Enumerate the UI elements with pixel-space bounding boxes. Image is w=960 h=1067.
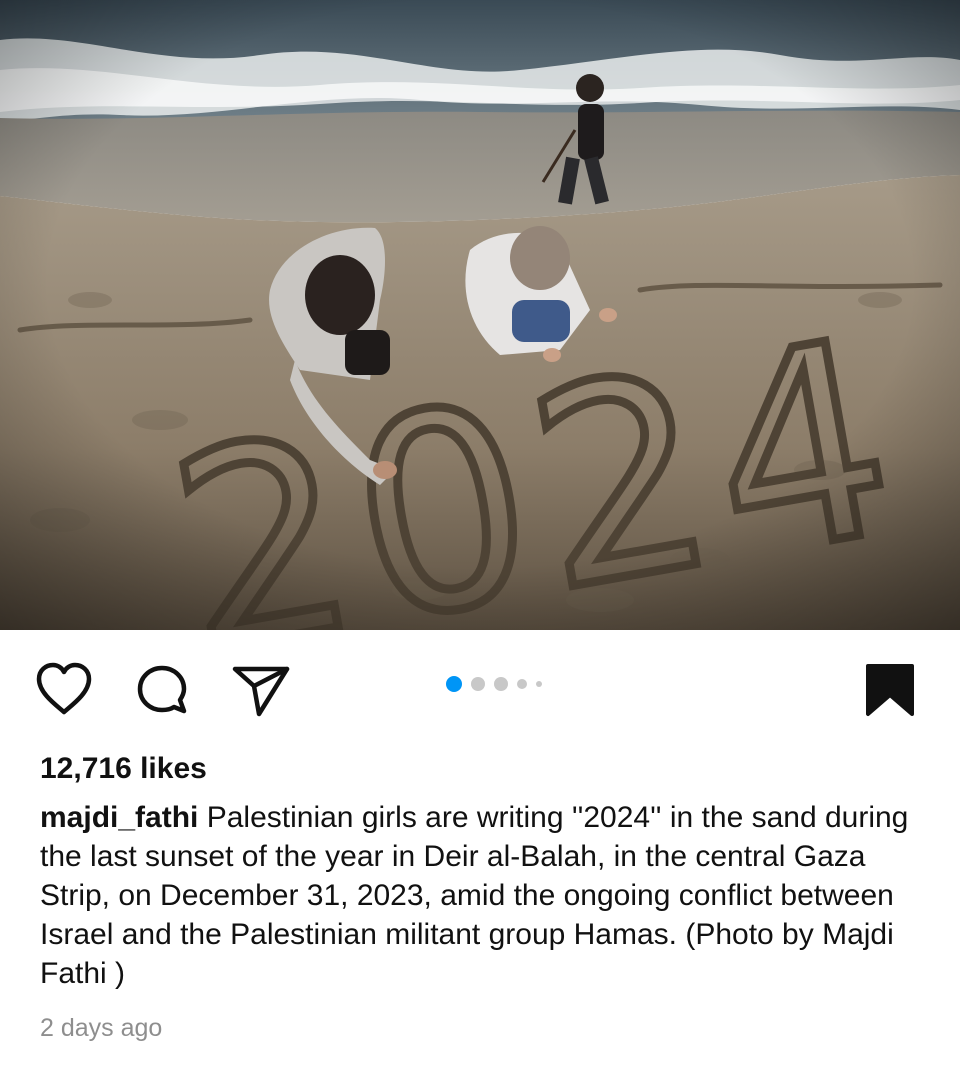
- carousel-dot[interactable]: [471, 677, 485, 691]
- post-photo[interactable]: 2024: [0, 0, 960, 630]
- speech-bubble-icon: [137, 665, 187, 714]
- post-timestamp: 2 days ago: [40, 1014, 163, 1042]
- post-action-bar: [0, 630, 960, 750]
- carousel-dot[interactable]: [446, 676, 462, 692]
- bookmark-filled-icon: [866, 664, 914, 716]
- caption-username[interactable]: majdi_fathi: [40, 801, 198, 834]
- share-button[interactable]: [230, 662, 292, 722]
- post-caption: majdi_fathi Palestinian girls are writin…: [40, 798, 920, 993]
- likes-count[interactable]: 12,716 likes: [40, 750, 207, 788]
- save-button[interactable]: [862, 662, 918, 720]
- heart-outline-icon: [36, 662, 92, 715]
- paper-plane-icon: [232, 666, 290, 717]
- post-photo-illustration: 2024: [0, 0, 960, 630]
- carousel-dot[interactable]: [536, 681, 542, 687]
- carousel-dot[interactable]: [494, 677, 508, 691]
- carousel-dot[interactable]: [517, 679, 527, 689]
- carousel-indicator: [446, 676, 542, 692]
- comment-button[interactable]: [132, 662, 192, 722]
- like-button[interactable]: [34, 660, 94, 720]
